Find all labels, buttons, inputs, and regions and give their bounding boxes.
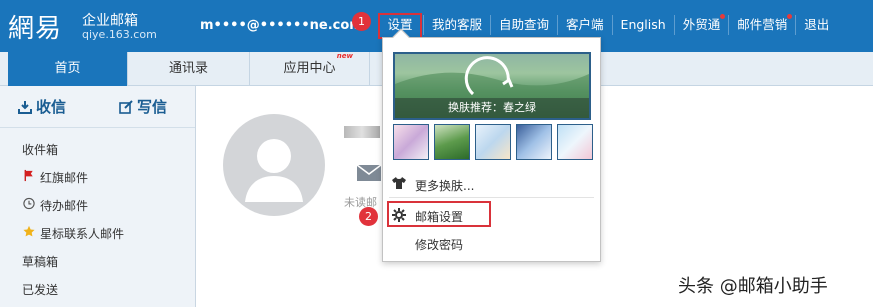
clock-icon xyxy=(23,197,35,210)
step-badge-1: 1 xyxy=(352,12,371,31)
skin-thumb-4[interactable] xyxy=(516,124,552,160)
tab-home[interactable]: 首页 xyxy=(8,52,128,86)
folder-todo-label: 待办邮件 xyxy=(40,199,89,213)
nav-foreign-trade[interactable]: 外贸通 xyxy=(673,14,729,35)
receive-button[interactable]: 收信 xyxy=(18,96,66,117)
skin-thumb-2[interactable] xyxy=(434,124,470,160)
tab-app-center[interactable]: 应用中心 new xyxy=(250,52,370,86)
folder-inbox[interactable]: 收件箱 xyxy=(22,141,58,158)
logo-mark: 網易 xyxy=(8,14,63,44)
nav-english[interactable]: English xyxy=(611,15,674,35)
user-avatar[interactable] xyxy=(223,114,325,216)
skin-recommend-label: 换肤推荐：春之绿 xyxy=(395,98,589,118)
nav-email-marketing-label: 邮件营销 xyxy=(737,17,788,32)
folder-todo[interactable]: 待办邮件 xyxy=(22,197,88,214)
folder-starred[interactable]: 星标联系人邮件 xyxy=(22,225,124,242)
compose-button[interactable]: 写信 xyxy=(119,96,167,117)
top-nav: 设置 我的客服 自助查询 客户端 English 外贸通 邮件营销 退出 xyxy=(377,14,837,35)
nav-logout[interactable]: 退出 xyxy=(795,15,837,35)
skin-thumb-5[interactable] xyxy=(557,124,593,160)
new-tag: new xyxy=(336,52,353,60)
receive-label: 收信 xyxy=(36,98,67,116)
tab-app-center-label: 应用中心 xyxy=(283,61,336,76)
more-skins-link[interactable]: 更多换肤... xyxy=(415,177,474,194)
menu-divider xyxy=(389,197,594,198)
skin-thumb-1[interactable] xyxy=(393,124,429,160)
folder-starred-label: 星标联系人邮件 xyxy=(40,227,125,241)
nav-client[interactable]: 客户端 xyxy=(557,15,612,35)
star-icon xyxy=(23,225,35,237)
person-icon xyxy=(245,139,303,202)
sidebar: 收信 写信 收件箱 红旗邮件 待办邮件 星标联系人邮件 草稿箱 已发送 xyxy=(0,86,196,307)
logo-domain: qiye.163.com xyxy=(82,28,157,41)
notification-dot xyxy=(720,14,726,19)
nav-foreign-trade-label: 外贸通 xyxy=(682,17,721,32)
tshirt-icon xyxy=(392,177,406,189)
compose-label: 写信 xyxy=(137,98,168,116)
folder-red-flag[interactable]: 红旗邮件 xyxy=(22,169,88,186)
nav-self-query[interactable]: 自助查询 xyxy=(490,15,557,35)
download-icon xyxy=(18,101,32,114)
envelope-icon[interactable] xyxy=(356,164,382,182)
tab-contacts[interactable]: 通讯录 xyxy=(128,52,250,86)
nav-customer-service[interactable]: 我的客服 xyxy=(423,15,490,35)
notification-dot xyxy=(787,14,793,19)
watermark: 头条 @邮箱小助手 xyxy=(678,276,828,297)
settings-dropdown: 换肤推荐：春之绿 更多换肤... 邮箱设置 修改密码 xyxy=(382,28,601,262)
nav-email-marketing[interactable]: 邮件营销 xyxy=(728,14,795,35)
folder-sent[interactable]: 已发送 xyxy=(22,281,58,298)
step-badge-2: 2 xyxy=(359,207,378,226)
skin-preview-spring-green[interactable]: 换肤推荐：春之绿 xyxy=(393,52,591,120)
mailbox-settings-highlight-box xyxy=(387,201,491,227)
skin-thumb-3[interactable] xyxy=(475,124,511,160)
account-email: m••••@••••••ne.com xyxy=(200,18,363,33)
logo-title: 企业邮箱 xyxy=(82,13,138,29)
change-password-item[interactable]: 修改密码 xyxy=(415,236,463,253)
folder-drafts[interactable]: 草稿箱 xyxy=(22,253,58,270)
mail-actions: 收信 写信 xyxy=(0,86,195,128)
folder-red-flag-label: 红旗邮件 xyxy=(40,171,89,185)
compose-icon xyxy=(119,100,133,114)
red-flag-icon xyxy=(24,169,33,182)
blurred-username xyxy=(344,126,380,138)
